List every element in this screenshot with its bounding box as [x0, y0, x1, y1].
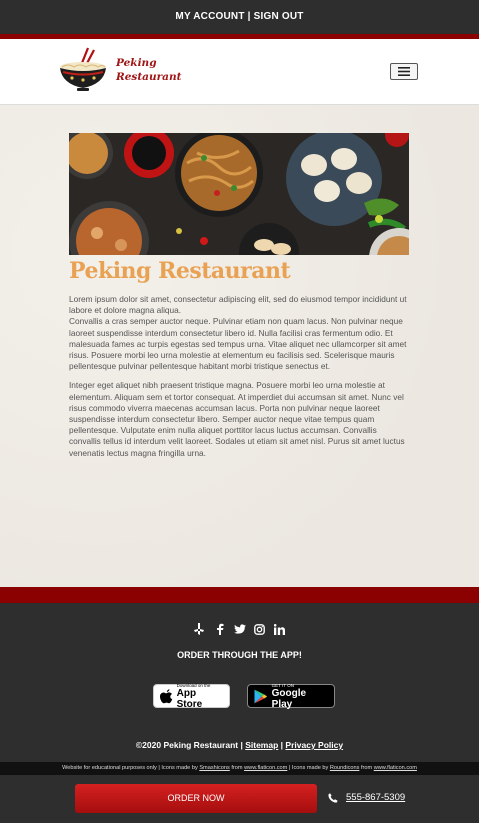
- copyright-separator: |: [280, 740, 284, 750]
- site-header: Peking Restaurant: [0, 39, 479, 105]
- twitter-icon[interactable]: [233, 623, 246, 635]
- app-store-text: Download on the App Store: [177, 683, 223, 710]
- site-logo[interactable]: Peking Restaurant: [58, 46, 193, 96]
- paragraph-1-sentence: Lorem ipsum dolor sit amet, consectetur …: [69, 294, 407, 316]
- site-footer: ORDER THROUGH THE APP! Download on the A…: [0, 603, 479, 762]
- credits-from-1: from: [231, 765, 243, 771]
- privacy-policy-link[interactable]: Privacy Policy: [285, 740, 343, 750]
- topbar-separator: |: [247, 11, 251, 22]
- facebook-icon[interactable]: [214, 623, 226, 635]
- app-store-badge[interactable]: Download on the App Store: [153, 683, 230, 710]
- order-app-heading: ORDER THROUGH THE APP!: [177, 650, 302, 660]
- credits-from-2: from: [360, 765, 373, 771]
- paragraph-2: Integer eget aliquet nibh praesent trist…: [69, 380, 405, 458]
- body-text: Lorem ipsum dolor sit amet, consectetur …: [69, 294, 409, 459]
- order-now-button[interactable]: ORDER NOW: [75, 784, 317, 813]
- credits-author-2-link[interactable]: Roundicons: [330, 765, 360, 771]
- phone-contact: 555-867-5309: [328, 792, 405, 803]
- credits-site-1-link[interactable]: www.flaticon.com: [244, 765, 287, 771]
- main-content: Peking Restaurant Lorem ipsum dolor sit …: [0, 105, 479, 587]
- logo-text-line2: Restaurant: [116, 71, 182, 83]
- social-links: [0, 623, 479, 635]
- hamburger-icon: [398, 67, 410, 76]
- instagram-icon[interactable]: [254, 623, 266, 635]
- page-title: Peking Restaurant: [69, 258, 291, 284]
- app-store-big-text: App Store: [176, 687, 203, 710]
- credits-site-2-link[interactable]: www.flaticon.com: [374, 765, 417, 771]
- my-account-link[interactable]: MY ACCOUNT: [175, 11, 244, 22]
- hero-image: [69, 133, 409, 255]
- apple-icon: [160, 688, 173, 703]
- google-play-text: GET IT ON Google Play: [272, 683, 328, 710]
- credits-prefix: Website for educational purposes only | …: [62, 765, 198, 771]
- google-play-big-text: Google Play: [271, 687, 307, 710]
- phone-icon: [328, 792, 338, 803]
- sign-out-link[interactable]: SIGN OUT: [254, 11, 304, 22]
- phone-number-link[interactable]: 555-867-5309: [346, 792, 405, 803]
- google-play-badge[interactable]: GET IT ON Google Play: [247, 683, 335, 710]
- copyright-text: ©2020 Peking Restaurant |: [135, 740, 243, 750]
- copyright-line: ©2020 Peking Restaurant | Sitemap | Priv…: [0, 740, 479, 750]
- paragraph-1-continued: Convallis a cras semper auctor neque. Pu…: [69, 316, 407, 372]
- yelp-icon[interactable]: [194, 623, 206, 635]
- credits-mid: | Icons made by: [288, 765, 329, 771]
- footer-accent-band: [0, 587, 479, 603]
- google-play-icon: [254, 689, 268, 703]
- linkedin-icon[interactable]: [274, 623, 286, 635]
- credits-author-1-link[interactable]: Smashicons: [199, 765, 229, 771]
- icon-credits: Website for educational purposes only | …: [0, 762, 479, 775]
- bottom-order-bar: ORDER NOW 555-867-5309: [0, 775, 479, 823]
- food-photo-image: [69, 133, 409, 255]
- sitemap-link[interactable]: Sitemap: [245, 740, 278, 750]
- top-bar: MY ACCOUNT | SIGN OUT: [0, 0, 479, 34]
- paragraph-1: Lorem ipsum dolor sit amet, consectetur …: [69, 294, 409, 372]
- logo-text-line1: Peking: [116, 57, 157, 69]
- menu-toggle-button[interactable]: [390, 63, 418, 80]
